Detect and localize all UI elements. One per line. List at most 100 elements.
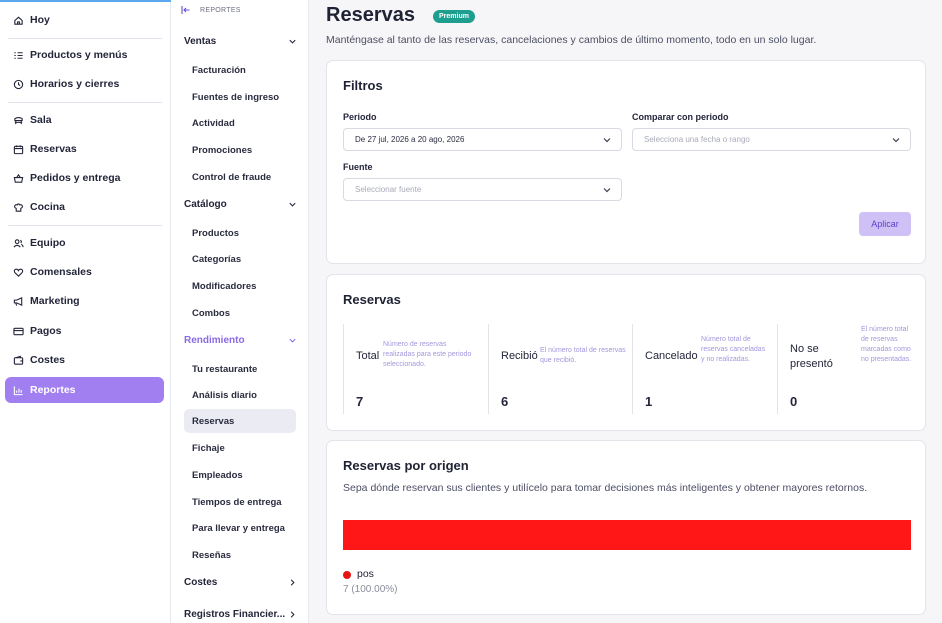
section-rendimiento[interactable]: Rendimiento <box>184 331 297 349</box>
subnav-item-empleados[interactable]: Empleados <box>184 463 296 487</box>
stat-recibio: Recibió El número total de reservas que … <box>488 324 632 414</box>
subnav-header: REPORTES <box>181 5 241 15</box>
subnav-item-facturacion[interactable]: Facturación <box>184 58 296 82</box>
stat-description: El número total de reservas que recibió. <box>540 347 626 364</box>
legend-name-pos: pos <box>357 568 374 580</box>
compare-select[interactable]: Selecciona una fecha o rango <box>632 128 911 151</box>
divider <box>8 38 162 39</box>
subnav-item-fichaje[interactable]: Fichaje <box>184 436 296 460</box>
chevron-down-icon <box>288 37 297 46</box>
stat-description: Número de reservas realizadas para este … <box>383 341 472 368</box>
subnav-item-reservas[interactable]: Reservas <box>184 409 296 433</box>
nav-item-equipo[interactable]: Equipo <box>5 230 164 256</box>
origin-subtitle: Sepa dónde reservan sus clientes y utilí… <box>343 482 868 494</box>
section-costes[interactable]: Costes <box>184 573 297 591</box>
period-value: De 27 jul, 2026 a 20 ago, 2026 <box>355 135 465 144</box>
filters-title: Filtros <box>343 78 383 93</box>
divider <box>8 225 162 226</box>
chevron-right-icon <box>288 610 297 619</box>
nav-label: Equipo <box>30 237 66 249</box>
origin-card: Reservas por origen Sepa dónde reservan … <box>326 440 926 615</box>
nav-label: Costes <box>30 354 66 366</box>
main-content: Reservas Premium Manténgase al tanto de … <box>309 0 942 623</box>
nav-item-pagos[interactable]: Pagos <box>5 318 164 344</box>
nav-item-marketing[interactable]: Marketing <box>5 288 164 314</box>
stat-no-presento: No se presentó El número total de reserv… <box>777 324 911 414</box>
nav-item-productos[interactable]: Productos y menús <box>5 42 164 68</box>
stat-label: Recibió <box>501 350 538 362</box>
stat-value: 1 <box>645 394 653 409</box>
origin-bar-segment-pos <box>343 520 911 550</box>
stat-label: Total <box>356 350 380 362</box>
wallet-icon <box>13 355 24 366</box>
nav-item-pedidos[interactable]: Pedidos y entrega <box>5 165 164 191</box>
nav-item-reservas[interactable]: Reservas <box>5 136 164 162</box>
stat-cancelado: Cancelado Número total de reservas cance… <box>632 324 777 414</box>
nav-item-costes[interactable]: Costes <box>5 347 164 373</box>
subnav-item-fraude[interactable]: Control de fraude <box>184 165 296 189</box>
nav-item-reportes[interactable]: Reportes <box>5 377 164 403</box>
stat-label: Cancelado <box>645 350 698 362</box>
stat-label: No se presentó <box>790 343 833 370</box>
period-select[interactable]: De 27 jul, 2026 a 20 ago, 2026 <box>343 128 622 151</box>
subnav-item-resenas[interactable]: Reseñas <box>184 543 296 567</box>
nav-item-horarios[interactable]: Horarios y cierres <box>5 71 164 97</box>
origin-bar <box>343 520 911 550</box>
card-icon <box>13 326 24 337</box>
nav-label: Marketing <box>30 295 80 307</box>
stat-description: El número total de reservas marcadas com… <box>861 326 912 363</box>
nav-label: Hoy <box>30 14 50 26</box>
stat-value: 7 <box>356 394 364 409</box>
subnav-item-actividad[interactable]: Actividad <box>184 111 296 135</box>
compare-label: Comparar con periodo <box>632 112 729 122</box>
nav-item-hoy[interactable]: Hoy <box>5 7 164 33</box>
section-catalogo[interactable]: Catálogo <box>184 195 297 213</box>
clock-icon <box>13 79 24 90</box>
chevron-down-icon <box>288 336 297 345</box>
nav-item-cocina[interactable]: Cocina <box>5 194 164 220</box>
stat-total: Total Número de reservas realizadas para… <box>343 324 488 414</box>
nav-item-comensales[interactable]: Comensales <box>5 259 164 285</box>
stat-value: 0 <box>790 394 798 409</box>
home-icon <box>13 15 24 26</box>
reservas-card-title: Reservas <box>343 292 401 307</box>
top-accent-line <box>0 0 171 2</box>
source-placeholder: Seleccionar fuente <box>355 185 422 194</box>
legend-dot-pos <box>343 571 351 579</box>
nav-item-sala[interactable]: Sala <box>5 107 164 133</box>
source-label: Fuente <box>343 162 373 172</box>
premium-badge: Premium <box>433 10 475 23</box>
origin-title: Reservas por origen <box>343 458 469 473</box>
apply-button[interactable]: Aplicar <box>859 212 911 236</box>
subnav-item-analisis-diario[interactable]: Análisis diario <box>184 383 296 407</box>
stat-description: Número total de reservas canceladas y no… <box>701 336 766 363</box>
page-subtitle: Manténgase al tanto de las reservas, can… <box>326 34 817 46</box>
chart-icon <box>13 385 24 396</box>
heart-icon <box>13 267 24 278</box>
section-label: Ventas <box>184 35 217 47</box>
subnav-item-productos[interactable]: Productos <box>184 221 296 245</box>
subnav-item-para-llevar[interactable]: Para llevar y entrega <box>184 516 296 540</box>
subnav-item-promociones[interactable]: Promociones <box>184 138 296 162</box>
subnav-item-tiempos-entrega[interactable]: Tiempos de entrega <box>184 490 296 514</box>
chevron-down-icon <box>602 185 612 195</box>
megaphone-icon <box>13 296 24 307</box>
nav-label: Horarios y cierres <box>30 78 120 90</box>
subnav-item-modificadores[interactable]: Modificadores <box>184 274 296 298</box>
section-ventas[interactable]: Ventas <box>184 32 297 50</box>
collapse-sidebar-icon[interactable] <box>181 5 191 15</box>
source-select[interactable]: Seleccionar fuente <box>343 178 622 201</box>
list-icon <box>13 50 24 61</box>
compare-placeholder: Selecciona una fecha o rango <box>644 135 750 144</box>
subnav-item-tu-restaurante[interactable]: Tu restaurante <box>184 357 296 381</box>
subnav-item-categorias[interactable]: Categorías <box>184 247 296 271</box>
section-label: Costes <box>184 576 218 588</box>
section-registros[interactable]: Registros Financier... <box>184 605 297 623</box>
subnav-item-combos[interactable]: Combos <box>184 301 296 325</box>
subnav-header-label: REPORTES <box>200 6 241 14</box>
subnav-item-fuentes[interactable]: Fuentes de ingreso <box>184 85 296 109</box>
section-label: Rendimiento <box>184 334 245 346</box>
nav-label: Reservas <box>30 143 77 155</box>
page-title: Reservas <box>326 4 415 26</box>
nav-label: Comensales <box>30 266 92 278</box>
